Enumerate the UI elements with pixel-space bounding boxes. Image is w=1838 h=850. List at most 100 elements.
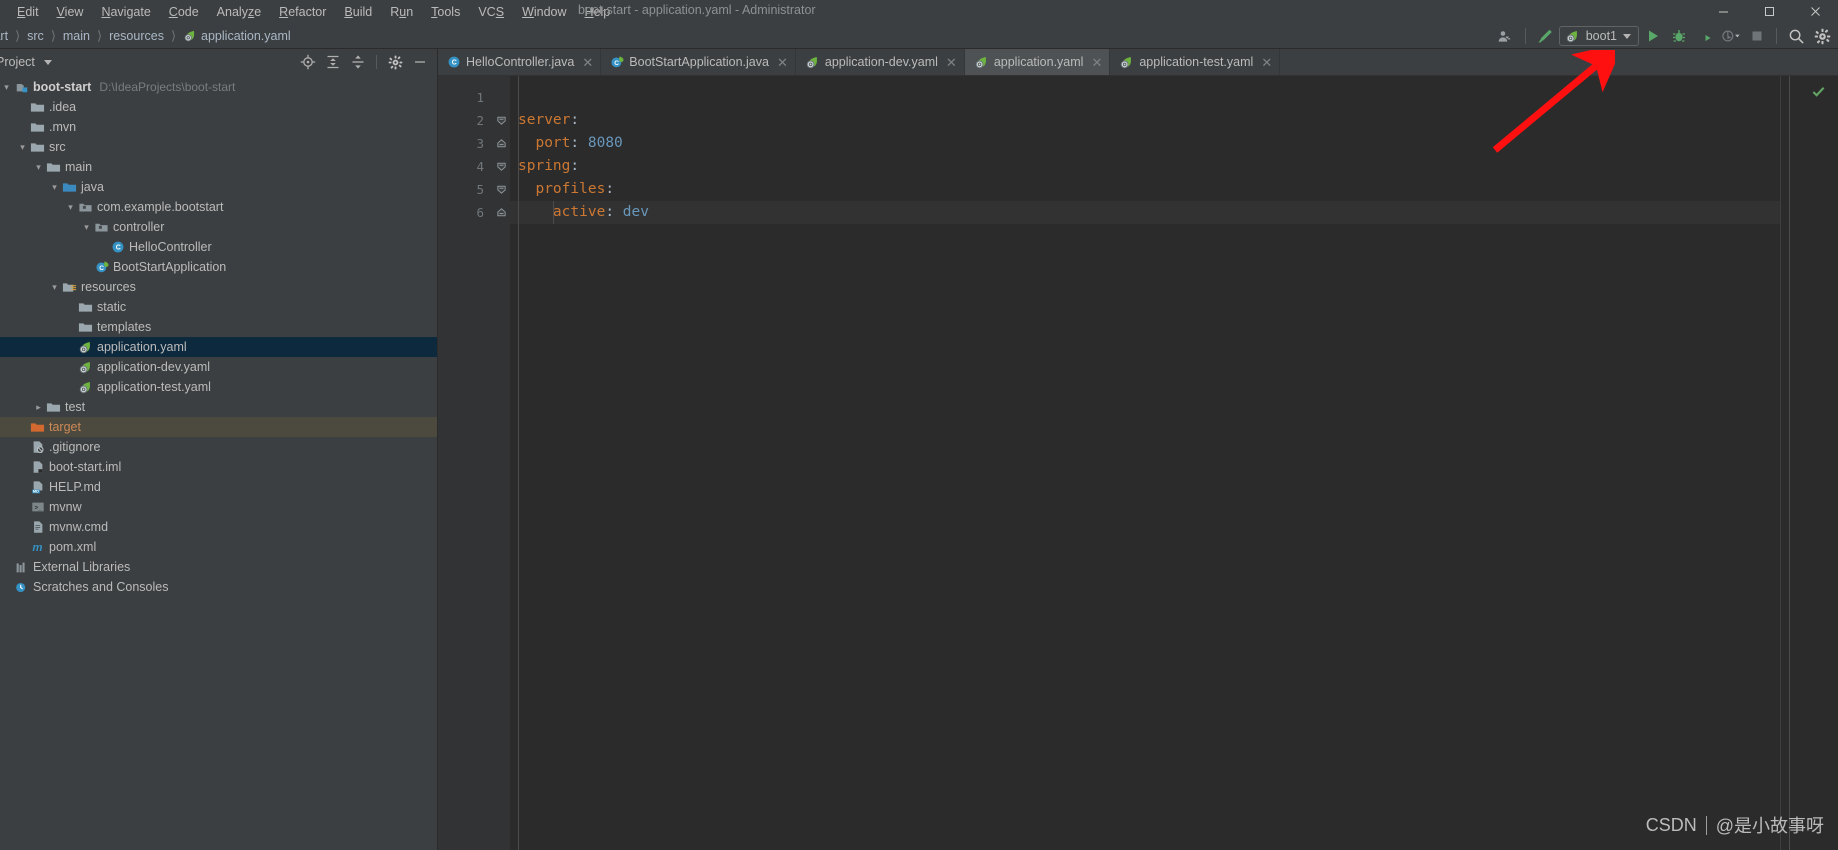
- code-line[interactable]: active: dev: [510, 201, 1780, 224]
- tree-item-target[interactable]: target: [0, 417, 437, 437]
- chevron-down-icon[interactable]: ▾: [48, 182, 61, 193]
- code-fold-marker[interactable]: [492, 178, 510, 201]
- code-line[interactable]: profiles:: [510, 178, 1780, 201]
- editor-tab-application-dev-yaml[interactable]: application-dev.yaml ✕: [796, 49, 965, 75]
- tree-item-application-yaml[interactable]: application.yaml: [0, 337, 437, 357]
- breadcrumb-file[interactable]: application.yaml: [181, 29, 293, 43]
- menu-vcs[interactable]: VCS: [469, 4, 513, 20]
- editor-tab-hellocontroller-java[interactable]: C HelloController.java ✕: [438, 49, 602, 75]
- tree-item-controller[interactable]: ▾ controller: [0, 217, 437, 237]
- tree-item-bootstartapplication[interactable]: C BootStartApplication: [0, 257, 437, 277]
- code-line[interactable]: port: 8080: [510, 132, 1780, 155]
- tree-item-java[interactable]: ▾ java: [0, 177, 437, 197]
- chevron-right-icon[interactable]: ▸: [32, 402, 45, 413]
- chevron-down-icon[interactable]: ▾: [0, 82, 13, 93]
- debug-button[interactable]: [1667, 25, 1691, 47]
- user-profile-button[interactable]: [1494, 25, 1518, 47]
- maximize-button[interactable]: [1746, 0, 1792, 23]
- code-fold-marker[interactable]: [492, 155, 510, 178]
- code-editor[interactable]: server: port: 8080 spring: profiles: acti…: [510, 76, 1780, 850]
- expand-all-button[interactable]: [322, 52, 344, 72]
- settings-button[interactable]: [1810, 25, 1834, 47]
- breadcrumb-src[interactable]: src: [25, 29, 46, 43]
- tree-item-test[interactable]: ▸ test: [0, 397, 437, 417]
- tree-item-resources[interactable]: ▾ resources: [0, 277, 437, 297]
- tab-close-icon[interactable]: ✕: [777, 56, 788, 69]
- run-with-coverage-button[interactable]: [1693, 25, 1717, 47]
- code-fold-marker[interactable]: [492, 132, 510, 155]
- tab-close-icon[interactable]: ✕: [946, 56, 957, 69]
- tree-item-src[interactable]: ▾ src: [0, 137, 437, 157]
- tree-item-pom-xml[interactable]: m pom.xml: [0, 537, 437, 557]
- chevron-down-icon[interactable]: ▾: [64, 202, 77, 213]
- run-configuration-selector[interactable]: boot1: [1558, 26, 1639, 46]
- menu-edit[interactable]: Edit: [8, 4, 48, 20]
- breadcrumb-main[interactable]: main: [61, 29, 92, 43]
- project-tree[interactable]: ▾ boot-start D:\IdeaProjects\boot-start .id…: [0, 75, 437, 850]
- tree-item-com-example-bootstart[interactable]: ▾ com.example.bootstart: [0, 197, 437, 217]
- menu-tools[interactable]: Tools: [422, 4, 469, 20]
- tree-item-mvn[interactable]: .mvn: [0, 117, 437, 137]
- tree-item-gitignore[interactable]: .gitignore: [0, 437, 437, 457]
- menu-run[interactable]: Run: [381, 4, 422, 20]
- menu-build[interactable]: Build: [335, 4, 381, 20]
- tree-item-hellocontroller[interactable]: C HelloController: [0, 237, 437, 257]
- editor-tab-application-test-yaml[interactable]: application-test.yaml ✕: [1110, 49, 1281, 75]
- tree-item-mvnw[interactable]: >_ mvnw: [0, 497, 437, 517]
- tree-item-external-libraries[interactable]: External Libraries: [0, 557, 437, 577]
- tree-item-label: application-dev.yaml: [97, 360, 211, 374]
- editor-tab-bootstartapplication-java[interactable]: C BootStartApplication.java ✕: [601, 49, 796, 75]
- menu-window[interactable]: Window: [513, 4, 575, 20]
- run-button[interactable]: [1641, 25, 1665, 47]
- tab-close-icon[interactable]: ✕: [1091, 56, 1102, 69]
- code-line[interactable]: spring:: [510, 155, 1780, 178]
- editor-tab-application-yaml[interactable]: application.yaml ✕: [964, 49, 1111, 75]
- inspection-status-indicator[interactable]: [1811, 84, 1826, 104]
- hide-panel-button[interactable]: [409, 52, 431, 72]
- breadcrumb-project[interactable]: tart: [0, 29, 10, 43]
- code-fold-marker[interactable]: [492, 109, 510, 132]
- chevron-down-icon[interactable]: ▾: [16, 142, 29, 153]
- menu-view[interactable]: View: [48, 4, 93, 20]
- tree-item-idea[interactable]: .idea: [0, 97, 437, 117]
- project-panel-title[interactable]: Project: [0, 55, 35, 69]
- project-settings-button[interactable]: [384, 52, 406, 72]
- menu-refactor[interactable]: Refactor: [270, 4, 335, 20]
- menu-navigate[interactable]: Navigate: [92, 4, 159, 20]
- editor-right-gutter[interactable]: [1780, 76, 1838, 850]
- menu-analyze[interactable]: Analyze: [208, 4, 270, 20]
- project-view-chevron-down-icon[interactable]: [43, 59, 52, 65]
- tree-item-main[interactable]: ▾ main: [0, 157, 437, 177]
- chevron-down-icon[interactable]: ▾: [32, 162, 45, 173]
- tree-item-templates[interactable]: templates: [0, 317, 437, 337]
- tree-item-application-test-yaml[interactable]: application-test.yaml: [0, 377, 437, 397]
- minimize-button[interactable]: [1700, 0, 1746, 23]
- tree-item-help-md[interactable]: MD HELP.md: [0, 477, 437, 497]
- collapse-all-button[interactable]: [347, 52, 369, 72]
- code-line[interactable]: server:: [510, 109, 1780, 132]
- chevron-down-icon[interactable]: ▾: [48, 282, 61, 293]
- code-line[interactable]: [510, 86, 1780, 109]
- tree-item-static[interactable]: static: [0, 297, 437, 317]
- tab-close-icon[interactable]: ✕: [582, 56, 593, 69]
- editor-tab-bar[interactable]: C HelloController.java ✕ C BootStartApplicat…: [438, 49, 1838, 76]
- breadcrumb-resources[interactable]: resources: [107, 29, 166, 43]
- scrollbar-track[interactable]: [1789, 76, 1790, 850]
- menu-code[interactable]: Code: [160, 4, 208, 20]
- folder-icon: [29, 120, 46, 135]
- close-button[interactable]: [1792, 0, 1838, 23]
- build-project-button[interactable]: [1533, 25, 1557, 47]
- stop-button[interactable]: [1745, 25, 1769, 47]
- tree-item-mvnw-cmd[interactable]: mvnw.cmd: [0, 517, 437, 537]
- chevron-down-icon[interactable]: ▾: [80, 222, 93, 233]
- tree-item-scratches-and-consoles[interactable]: Scratches and Consoles: [0, 577, 437, 597]
- code-folding-gutter[interactable]: [492, 76, 510, 850]
- tab-close-icon[interactable]: ✕: [1261, 56, 1272, 69]
- tree-item-boot-start[interactable]: ▾ boot-start D:\IdeaProjects\boot-start: [0, 77, 437, 97]
- profiler-button[interactable]: [1719, 25, 1743, 47]
- tree-item-application-dev-yaml[interactable]: application-dev.yaml: [0, 357, 437, 377]
- code-fold-marker[interactable]: [492, 201, 510, 224]
- search-everywhere-button[interactable]: [1784, 25, 1808, 47]
- tree-item-boot-start-iml[interactable]: boot-start.iml: [0, 457, 437, 477]
- locate-file-button[interactable]: [297, 52, 319, 72]
